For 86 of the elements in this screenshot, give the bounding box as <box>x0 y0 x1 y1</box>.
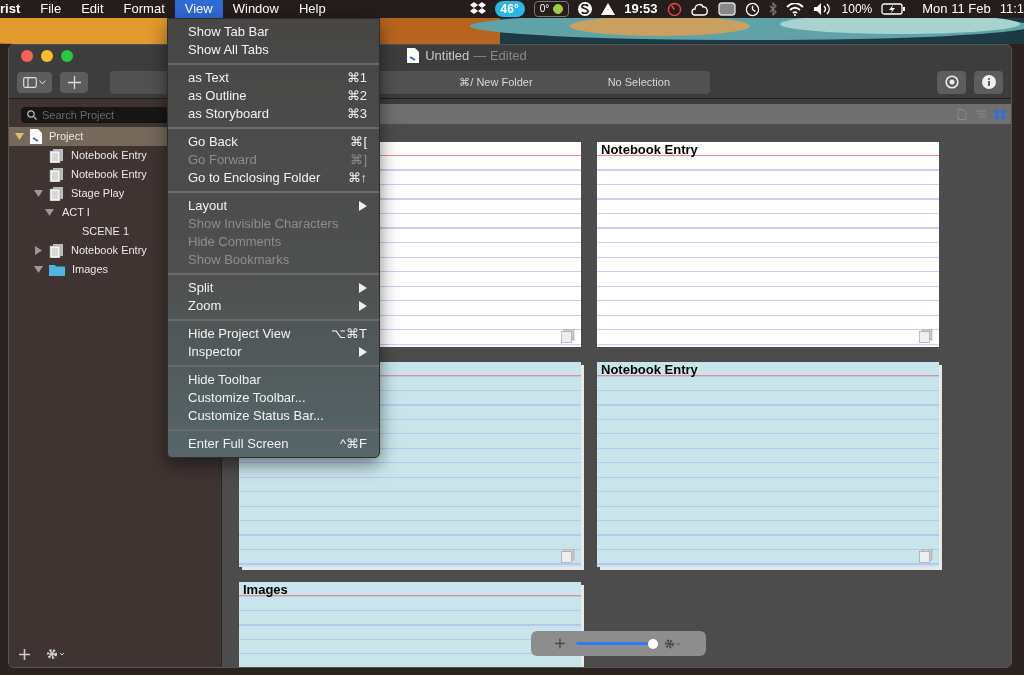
document-stack-icon <box>561 549 575 563</box>
sidebar-item[interactable]: Notebook Entry <box>34 147 147 164</box>
time-machine-icon[interactable] <box>744 1 760 17</box>
menu-item[interactable]: Inspector <box>168 343 379 361</box>
wifi-icon[interactable] <box>785 2 804 16</box>
target-icon <box>944 75 959 90</box>
menu-title[interactable]: View <box>174 0 223 18</box>
disclosure-triangle-down-icon[interactable] <box>15 132 24 141</box>
sidebar-item[interactable]: Stage Play <box>34 185 125 202</box>
disclosure-triangle-right-icon[interactable] <box>34 246 43 255</box>
index-card[interactable]: Images <box>239 582 581 667</box>
minimize-button[interactable] <box>41 49 53 62</box>
triangle-icon[interactable] <box>601 3 616 15</box>
menu-bar-date[interactable]: Mon 11 Feb <box>922 0 991 19</box>
menu-item[interactable]: Split <box>168 279 379 297</box>
folder-icon <box>49 263 65 276</box>
document-stack-icon <box>561 329 575 343</box>
close-button[interactable] <box>21 49 33 62</box>
sidebar-toggle-button[interactable] <box>17 71 52 93</box>
gear-icon[interactable] <box>46 648 66 660</box>
menu-title[interactable]: Window <box>222 0 289 18</box>
project-file-icon <box>30 129 42 144</box>
tablet-icon[interactable] <box>717 2 736 16</box>
menu-title[interactable]: Format <box>113 0 175 18</box>
timer-text[interactable]: 19:53 <box>624 0 658 19</box>
document-stack-icon <box>49 243 64 258</box>
menu-title[interactable]: Help <box>288 0 336 18</box>
sidebar-item[interactable]: ACT I <box>45 204 90 221</box>
sidebar-item[interactable]: Images <box>34 261 109 278</box>
document-stack-icon <box>919 549 933 563</box>
menu-item[interactable]: Hide Project View ⌥⌘T <box>168 325 379 343</box>
sidebar-item[interactable]: Notebook Entry <box>34 166 147 183</box>
skype-icon[interactable] <box>578 2 593 16</box>
battery-icon[interactable] <box>881 3 906 15</box>
chevron-down-icon <box>39 79 46 85</box>
bluetooth-icon[interactable] <box>768 2 777 16</box>
menu-item[interactable]: Customize Status Bar... <box>168 407 379 425</box>
menu-item[interactable]: Go to Enclosing Folder ⌘↑ <box>168 169 379 187</box>
disclosure-triangle-down-icon[interactable] <box>34 189 43 198</box>
card-title: Notebook Entry <box>601 360 698 377</box>
sidebar-item[interactable]: Notebook Entry <box>34 242 147 259</box>
edited-label: — Edited <box>473 47 527 66</box>
project-file-icon <box>407 48 420 64</box>
info-button[interactable] <box>974 70 1003 94</box>
menu-item[interactable]: Show Tab Bar <box>168 23 379 41</box>
menu-bar-time[interactable]: 11:1 <box>999 0 1024 19</box>
window-title: Untitled <box>425 47 470 66</box>
card-title: Notebook Entry <box>601 140 698 157</box>
plus-icon <box>67 75 81 89</box>
menu-item[interactable]: Layout <box>168 197 379 215</box>
disclosure-triangle-down-icon[interactable] <box>45 208 54 217</box>
zoom-button[interactable] <box>61 49 73 62</box>
slider-thumb[interactable] <box>648 638 659 649</box>
submenu-arrow-icon <box>358 201 367 211</box>
menu-item[interactable]: as Text ⌘1 <box>168 69 379 87</box>
volume-icon[interactable] <box>812 2 833 16</box>
info-icon <box>981 75 996 90</box>
menu-title[interactable]: File <box>30 0 72 18</box>
menu-title[interactable]: rist <box>0 0 31 18</box>
target-button[interactable] <box>937 70 966 94</box>
menu-item[interactable]: Customize Toolbar... <box>168 389 379 407</box>
menu-item[interactable]: Enter Full Screen ^⌘F <box>168 435 379 453</box>
search-icon <box>27 110 37 120</box>
document-stack-icon <box>49 167 64 182</box>
menu-item[interactable]: Show All Tabs <box>168 41 379 59</box>
menu-item[interactable]: Go Back ⌘[ <box>168 133 379 151</box>
menu-item[interactable]: Hide Toolbar <box>168 371 379 389</box>
sidebar-item[interactable]: SCENE 1 <box>65 223 130 240</box>
document-stack-icon <box>49 148 64 163</box>
sidebar-item[interactable]: Project <box>15 128 84 145</box>
document-stack-icon <box>49 186 64 201</box>
dropbox-icon[interactable] <box>469 2 486 16</box>
menu-item[interactable]: Zoom <box>168 297 379 315</box>
disclosure-triangle-down-icon[interactable] <box>34 265 43 274</box>
cloud-icon[interactable] <box>690 2 709 16</box>
battery-percent[interactable]: 100% <box>841 0 873 18</box>
stopwatch-icon[interactable] <box>666 1 682 17</box>
menu-title[interactable]: Edit <box>71 0 114 18</box>
sidebar-icon <box>23 76 37 88</box>
index-card[interactable]: Notebook Entry <box>597 362 939 567</box>
temperature-widget[interactable]: 0° <box>533 1 570 17</box>
document-stack-icon <box>919 329 933 343</box>
add-button[interactable] <box>60 71 88 93</box>
submenu-arrow-icon <box>358 347 367 357</box>
card-title: Images <box>243 580 288 597</box>
index-card[interactable]: Notebook Entry <box>597 142 939 347</box>
